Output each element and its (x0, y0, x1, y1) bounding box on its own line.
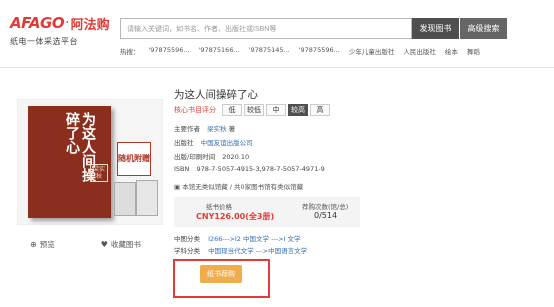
hot-term[interactable]: 绘本 (445, 46, 458, 56)
level-option[interactable]: 较低 (244, 104, 264, 116)
publisher-link[interactable]: 中国友谊出版公司 (201, 139, 253, 147)
publisher-key: 出版社 (174, 139, 194, 147)
hot-term[interactable]: '97875166... (199, 46, 240, 56)
tagline: 纸电一体采选平台 (10, 37, 78, 46)
logo-cn: 阿法购 (70, 17, 110, 33)
author-suffix: 著 (228, 125, 236, 133)
date-value: 2020.10 (222, 153, 250, 161)
clc-key: 中图分类 (174, 235, 200, 243)
order-count-label: 荐购次数(馆/总) (302, 203, 349, 211)
book-cover[interactable]: 为这人间操碎了心 梁实秋 随机附赠 (17, 99, 163, 225)
author-link[interactable]: 梁实秋 (207, 125, 227, 133)
zoom-label: 预览 (39, 240, 55, 249)
logo[interactable]: AFAGO · 阿法购 (10, 12, 110, 34)
collection-note-text: 本馆无类似馆藏 / 共0家图书馆有类似馆藏 (182, 183, 304, 191)
clc-row: 中图分类 I266--->I2 中国文学 --->I 文学 (174, 233, 301, 243)
advanced-search-button[interactable]: 高级搜索 (460, 18, 507, 39)
hot-term[interactable]: 人民出版社 (403, 46, 436, 56)
book-cover-image: 为这人间操碎了心 梁实秋 (28, 106, 111, 218)
cover-actions: ⊕ 预览 ♥ 收藏图书 (30, 239, 141, 250)
price-label: 纸书价格 (206, 203, 232, 211)
library-icon: ▣ (174, 183, 183, 191)
cover-title: 为这人间操碎了心 (64, 112, 96, 182)
recommend-purchase-button[interactable]: 纸书荐购 (200, 265, 242, 283)
subject-key: 学科分类 (174, 247, 200, 255)
level-option[interactable]: 中 (266, 104, 286, 116)
header: AFAGO · 阿法购 纸电一体采选平台 请输入关键词，如书名、作者、出版社或I… (0, 0, 554, 68)
hot-search-label: 热搜： (120, 48, 140, 56)
date-key: 出版/印刷时间 (174, 153, 216, 161)
isbn-key: ISBN (174, 165, 190, 173)
hot-term[interactable]: 少年儿童出版社 (349, 46, 395, 56)
hot-term[interactable]: '97875596... (149, 46, 190, 56)
search-input[interactable]: 请输入关键词，如书名、作者、出版社或ISBN等 (120, 18, 412, 39)
hot-term[interactable]: '97875596... (299, 46, 340, 56)
cover-seal: 梁实秋 (90, 164, 108, 182)
heart-icon: ♥ (100, 240, 108, 249)
author-key: 主要作者 (174, 125, 200, 133)
date-row: 出版/印刷时间 2020.10 (174, 151, 249, 161)
price-panel: 纸书价格 CNY126.00(全3册) 荐购次数(馆/总) 0/514 (174, 197, 360, 227)
publisher-row: 出版社 中国友谊出版公司 (174, 137, 253, 147)
find-books-button[interactable]: 发现图书 (412, 18, 459, 39)
isbn-row: ISBN 978-7-5057-4915-3,978-7-5057-4971-9 (174, 165, 325, 173)
zoom-button[interactable]: ⊕ 预览 (30, 239, 55, 250)
bookmark-image (136, 180, 158, 216)
level-option[interactable]: 高 (310, 104, 330, 116)
rating-row: 核心书目评分 低 较低 中 较高 高 (174, 104, 330, 116)
level-option-selected[interactable]: 较高 (288, 104, 308, 116)
logo-dot: · (65, 15, 70, 31)
favorite-label: 收藏图书 (110, 240, 141, 249)
hot-search-bar: 热搜： '97875596... '97875166... '97875145.… (120, 46, 480, 56)
subject-link[interactable]: 中国现当代文学 --->中国语言文学 (208, 247, 307, 255)
rating-label: 核心书目评分 (174, 106, 216, 114)
subject-row: 学科分类 中国现当代文学 --->中国语言文学 (174, 245, 307, 255)
favorite-button[interactable]: ♥ 收藏图书 (101, 239, 141, 250)
logo-text: AFAGO (10, 14, 65, 32)
collection-note[interactable]: ▣ 本馆无类似馆藏 / 共0家图书馆有类似馆藏 (174, 181, 303, 191)
zoom-icon: ⊕ (30, 240, 37, 249)
book-title: 为这人间操碎了心 (174, 89, 258, 101)
hot-term[interactable]: '97875145... (249, 46, 290, 56)
clc-link[interactable]: I266--->I2 中国文学 --->I 文学 (208, 235, 300, 243)
level-option[interactable]: 低 (222, 104, 242, 116)
price-value: CNY126.00(全3册) (196, 212, 275, 221)
cover-tag: 随机附赠 (117, 142, 151, 176)
isbn-value: 978-7-5057-4915-3,978-7-5057-4971-9 (196, 165, 325, 173)
hot-term[interactable]: 舞蹈 (467, 46, 480, 56)
author-row: 主要作者 梁实秋 著 (174, 123, 235, 133)
order-count-value: 0/514 (314, 211, 338, 220)
bookmark-image (114, 182, 136, 216)
